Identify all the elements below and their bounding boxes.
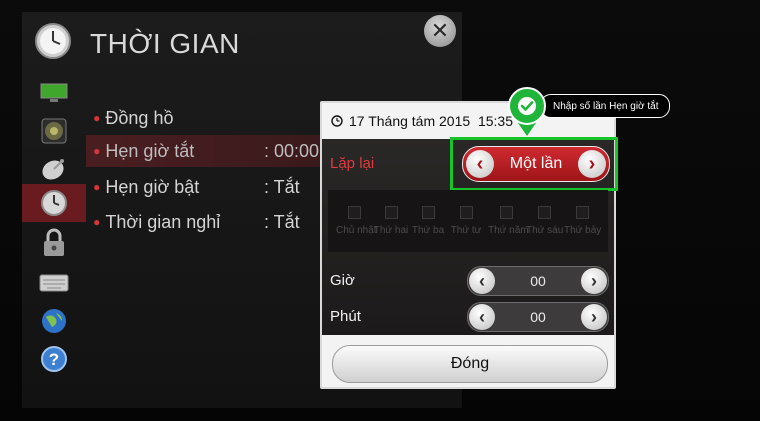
sidebar-item-channel[interactable] bbox=[22, 150, 86, 188]
checkbox[interactable] bbox=[459, 206, 473, 219]
weekday-selector: Chủ nhật Thứ hai Thứ ba Thứ tư Thứ năm T… bbox=[328, 190, 608, 252]
clock-icon bbox=[34, 22, 72, 60]
chevron-left-icon: ‹ bbox=[479, 270, 485, 291]
hour-value: 00 bbox=[530, 273, 546, 289]
checkbox[interactable] bbox=[537, 206, 551, 219]
checkbox[interactable] bbox=[421, 206, 435, 219]
settings-sidebar: ? bbox=[22, 74, 86, 384]
svg-text:?: ? bbox=[49, 350, 59, 369]
day-label: Thứ bảy bbox=[564, 225, 602, 236]
checkbox[interactable] bbox=[499, 206, 513, 219]
picture-icon bbox=[40, 83, 68, 102]
checkbox[interactable] bbox=[575, 206, 589, 219]
day-checkbox-wednesday[interactable]: Thứ tư bbox=[448, 206, 484, 236]
tv-screen: THỜI GIAN ✕ ? ● Đồng hồ ● Hẹn giờ tắt: … bbox=[0, 0, 760, 421]
sidebar-item-support[interactable]: ? bbox=[22, 340, 86, 378]
satellite-dish-icon bbox=[42, 159, 64, 180]
chevron-left-icon: ‹ bbox=[479, 306, 485, 327]
checkbox[interactable] bbox=[347, 206, 361, 219]
sidebar-item-sound[interactable] bbox=[22, 112, 86, 150]
minute-decrease-button[interactable]: ‹ bbox=[469, 304, 495, 330]
day-checkbox-friday[interactable]: Thứ sáu bbox=[526, 206, 564, 236]
bullet-icon: ● bbox=[93, 215, 101, 229]
close-icon: ✕ bbox=[430, 18, 450, 43]
menu-item-value: : Tắt bbox=[263, 211, 300, 232]
day-label: Thứ tư bbox=[450, 225, 482, 236]
help-icon: ? bbox=[41, 346, 67, 372]
day-checkbox-tuesday[interactable]: Thứ ba bbox=[410, 206, 446, 236]
page-title: THỜI GIAN bbox=[90, 28, 240, 59]
bullet-icon: ● bbox=[93, 144, 101, 158]
hour-decrease-button[interactable]: ‹ bbox=[469, 268, 495, 294]
repeat-label: Lặp lại bbox=[330, 155, 375, 172]
sidebar-item-lock[interactable] bbox=[22, 224, 86, 262]
menu-item-label: Thời gian nghỉ bbox=[105, 211, 221, 232]
hour-label: Giờ bbox=[330, 272, 355, 289]
lock-icon bbox=[44, 228, 64, 256]
day-checkbox-saturday[interactable]: Thứ bảy bbox=[564, 206, 602, 236]
menu-item-on-timer[interactable]: ● Hẹn giờ bật : Tắt bbox=[86, 171, 322, 203]
menu-item-label: Hẹn giờ bật bbox=[105, 176, 200, 197]
keyboard-icon bbox=[39, 274, 69, 292]
menu-item-label: Đồng hồ bbox=[105, 107, 174, 128]
speaker-icon bbox=[41, 118, 67, 144]
minute-increase-button[interactable]: › bbox=[581, 304, 607, 330]
callout-text: Nhập số lần Hẹn giờ tắt bbox=[540, 94, 670, 118]
current-datetime: 17 Tháng tám 2015 15:35 bbox=[349, 113, 513, 129]
menu-item-value: : Tắt bbox=[263, 176, 300, 197]
bullet-icon: ● bbox=[93, 111, 101, 125]
sidebar-item-picture[interactable] bbox=[22, 74, 86, 112]
day-label: Chủ nhật bbox=[336, 225, 377, 236]
minute-label: Phút bbox=[330, 308, 361, 325]
small-clock-icon bbox=[331, 115, 343, 127]
sidebar-item-time[interactable] bbox=[22, 184, 86, 222]
check-icon bbox=[508, 87, 546, 125]
menu-item-sleep-timer[interactable]: ● Thời gian nghỉ : Tắt bbox=[86, 206, 322, 238]
sidebar-item-option[interactable] bbox=[22, 264, 86, 302]
highlight-box bbox=[450, 137, 618, 191]
day-checkbox-thursday[interactable]: Thứ năm bbox=[488, 206, 529, 236]
day-label: Thứ ba bbox=[411, 225, 445, 236]
hour-increase-button[interactable]: › bbox=[581, 268, 607, 294]
menu-item-clock[interactable]: ● Đồng hồ bbox=[86, 102, 322, 134]
minute-stepper[interactable]: ‹ 00 › bbox=[467, 302, 609, 332]
day-label: Thứ hai bbox=[373, 225, 409, 236]
day-label: Thứ năm bbox=[488, 225, 529, 236]
sidebar-item-network[interactable] bbox=[22, 302, 86, 340]
menu-item-label: Hẹn giờ tắt bbox=[105, 140, 195, 161]
checkbox[interactable] bbox=[384, 206, 398, 219]
hour-stepper[interactable]: ‹ 00 › bbox=[467, 266, 609, 296]
minute-value: 00 bbox=[530, 309, 546, 325]
globe-icon bbox=[42, 309, 66, 333]
day-label: Thứ sáu bbox=[526, 225, 564, 236]
day-checkbox-monday[interactable]: Thứ hai bbox=[373, 206, 409, 236]
menu-item-off-timer[interactable]: ● Hẹn giờ tắt : 00:00 bbox=[86, 135, 322, 167]
clock-icon bbox=[41, 190, 67, 216]
close-button[interactable]: ✕ bbox=[424, 15, 456, 47]
chevron-right-icon: › bbox=[591, 270, 597, 291]
bullet-icon: ● bbox=[93, 180, 101, 194]
menu-item-value: : 00:00 bbox=[263, 140, 320, 161]
chevron-right-icon: › bbox=[591, 306, 597, 327]
close-dialog-button[interactable]: Đóng bbox=[332, 345, 608, 383]
day-checkbox-sunday[interactable]: Chủ nhật bbox=[336, 206, 377, 236]
